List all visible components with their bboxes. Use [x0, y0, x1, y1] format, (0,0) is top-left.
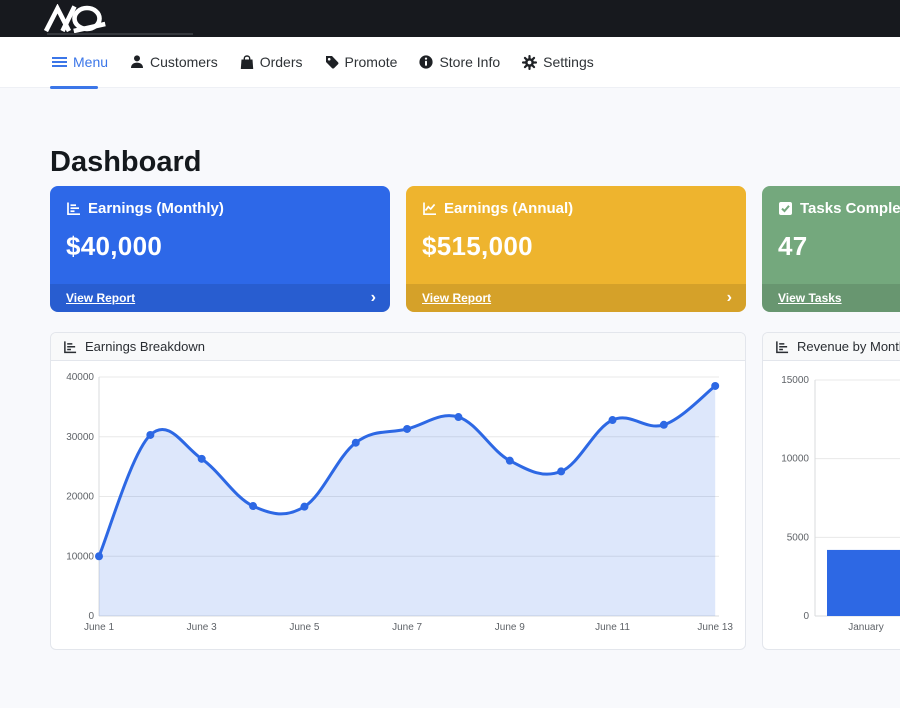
- svg-text:10000: 10000: [66, 551, 94, 562]
- revenue-by-month-chart[interactable]: 0 5000 10000 15000 January: [763, 361, 900, 650]
- svg-text:0: 0: [803, 611, 809, 622]
- card-title-row: Earnings (Monthly): [66, 200, 374, 217]
- card-title: Earnings (Monthly): [88, 200, 224, 217]
- svg-text:June 5: June 5: [289, 622, 319, 633]
- chevron-right-icon: ›: [371, 292, 376, 304]
- chart-bar-icon: [63, 340, 77, 354]
- nav-item-settings[interactable]: Settings: [522, 37, 594, 87]
- page-title: Dashboard: [50, 147, 900, 177]
- card-earnings-monthly: Earnings (Monthly) $40,000 View Report ›: [50, 186, 390, 312]
- chart-bar-icon: [775, 340, 789, 354]
- nav-item-store-info[interactable]: Store Info: [419, 37, 500, 87]
- chart-bar-icon: [66, 201, 81, 216]
- card-title: Earnings (Annual): [444, 200, 573, 217]
- svg-text:40000: 40000: [66, 372, 94, 383]
- person-icon: [130, 55, 144, 69]
- gear-icon: [522, 55, 537, 70]
- view-tasks-link-row[interactable]: View Tasks ›: [762, 284, 900, 312]
- card-value: $515,000: [422, 231, 730, 262]
- check-square-icon: [778, 201, 793, 216]
- revenue-by-month-header: Revenue by Month: [763, 333, 900, 361]
- svg-text:January: January: [848, 622, 884, 633]
- revenue-by-month-card: Revenue by Month 0 5000 10000 15000 January: [762, 332, 900, 650]
- svg-text:June 13: June 13: [697, 622, 733, 633]
- chevron-right-icon: ›: [727, 292, 732, 304]
- svg-text:20000: 20000: [66, 492, 94, 503]
- main-nav: Menu Customers Orders Promote Store Info…: [0, 37, 900, 88]
- card-title-row: Earnings (Annual): [422, 200, 730, 217]
- svg-text:0: 0: [88, 611, 94, 622]
- nav-label: Menu: [73, 54, 108, 70]
- info-icon: [419, 55, 433, 69]
- nav-item-customers[interactable]: Customers: [130, 37, 218, 87]
- nav-label: Promote: [345, 54, 398, 70]
- chart-line-icon: [422, 201, 437, 216]
- bar-chart-svg: 0 5000 10000 15000 January: [763, 361, 900, 649]
- hamburger-icon: [52, 56, 67, 68]
- stat-cards-row: Earnings (Monthly) $40,000 View Report ›…: [50, 186, 900, 312]
- earnings-breakdown-card: Earnings Breakdown 0 10000 20000 30000 40000…: [50, 332, 746, 650]
- card-title-row: Tasks Completed: [778, 200, 900, 217]
- svg-text:June 1: June 1: [84, 622, 114, 633]
- shopping-bag-icon: [240, 55, 254, 70]
- nav-label: Settings: [543, 54, 594, 70]
- card-tasks-completed: Tasks Completed 47 View Tasks ›: [762, 186, 900, 312]
- card-value: 47: [778, 231, 900, 262]
- line-chart-svg: 0 10000 20000 30000 40000 June 1 June 3 June 5 J…: [51, 361, 745, 649]
- view-report-link-row[interactable]: View Report ›: [406, 284, 746, 312]
- nav-item-orders[interactable]: Orders: [240, 37, 303, 87]
- svg-text:5000: 5000: [787, 532, 810, 543]
- view-report-link[interactable]: View Report: [66, 291, 135, 305]
- nav-label: Orders: [260, 54, 303, 70]
- nav-label: Customers: [150, 54, 218, 70]
- card-title: Tasks Completed: [800, 200, 900, 217]
- charts-row: Earnings Breakdown 0 10000 20000 30000 40000…: [50, 332, 900, 650]
- aiq-logo-icon: [40, 4, 140, 33]
- main-content: Dashboard Earnings (Monthly) $40,000 Vie…: [0, 147, 900, 650]
- chart-title: Earnings Breakdown: [85, 339, 205, 354]
- top-app-bar: [0, 0, 900, 37]
- view-tasks-link[interactable]: View Tasks: [778, 291, 842, 305]
- svg-text:10000: 10000: [781, 454, 809, 465]
- nav-label: Store Info: [439, 54, 500, 70]
- svg-text:15000: 15000: [781, 375, 809, 386]
- card-value: $40,000: [66, 231, 374, 262]
- svg-text:June 11: June 11: [595, 622, 630, 633]
- view-report-link[interactable]: View Report: [422, 291, 491, 305]
- active-tab-underline: [50, 86, 98, 89]
- nav-item-promote[interactable]: Promote: [325, 37, 398, 87]
- chart-title: Revenue by Month: [797, 339, 900, 354]
- earnings-breakdown-chart[interactable]: 0 10000 20000 30000 40000 June 1 June 3 June 5 J…: [51, 361, 745, 650]
- brand-underline: [47, 33, 193, 35]
- earnings-breakdown-header: Earnings Breakdown: [51, 333, 745, 361]
- svg-text:June 9: June 9: [495, 622, 525, 633]
- svg-text:June 7: June 7: [392, 622, 422, 633]
- card-body: Earnings (Monthly) $40,000: [50, 186, 390, 276]
- card-body: Tasks Completed 47: [762, 186, 900, 276]
- svg-text:June 3: June 3: [187, 622, 217, 633]
- card-body: Earnings (Annual) $515,000: [406, 186, 746, 276]
- view-report-link-row[interactable]: View Report ›: [50, 284, 390, 312]
- card-earnings-annual: Earnings (Annual) $515,000 View Report ›: [406, 186, 746, 312]
- nav-item-menu[interactable]: Menu: [52, 37, 108, 87]
- svg-text:30000: 30000: [66, 432, 94, 443]
- tag-icon: [325, 55, 339, 69]
